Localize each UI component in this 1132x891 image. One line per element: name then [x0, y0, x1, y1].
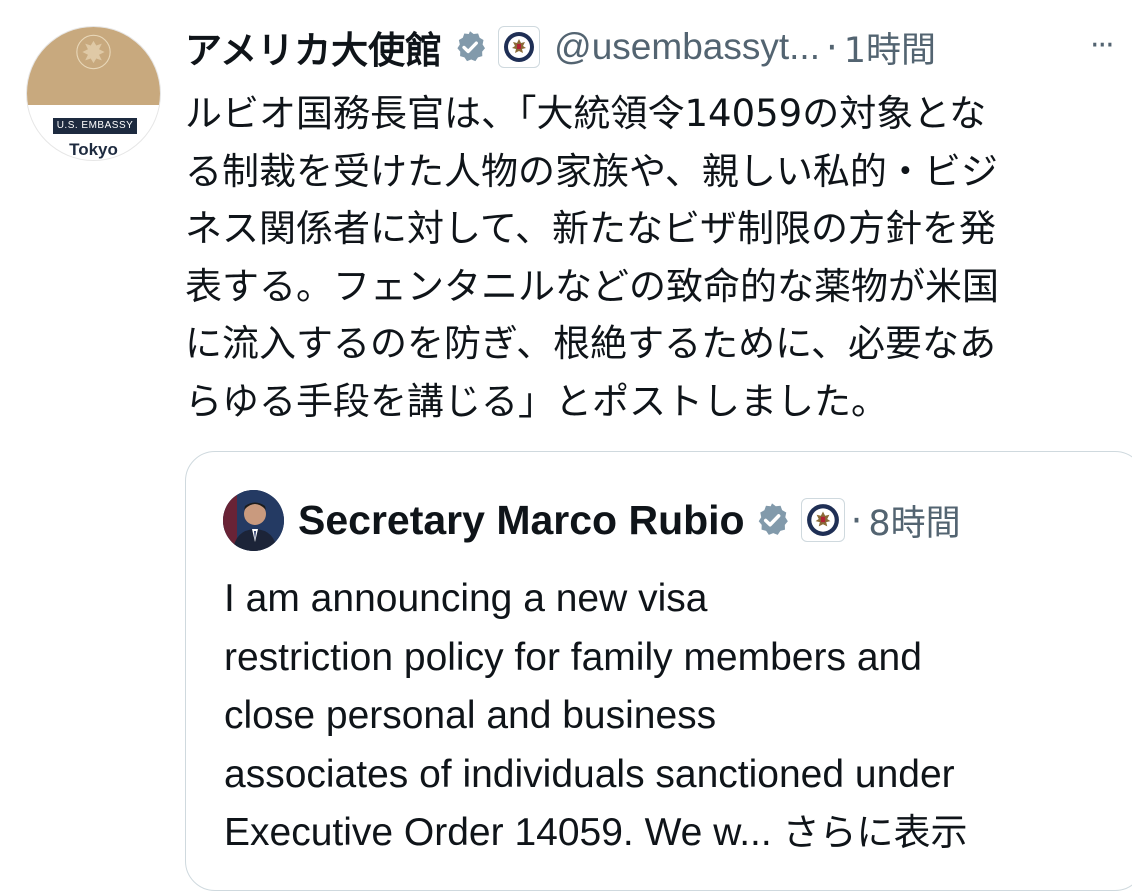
quoted-text-line: restriction policy for family members an… — [224, 635, 922, 679]
verified-badge-icon[interactable] — [753, 501, 791, 539]
more-options-icon[interactable]: ··· — [1090, 28, 1132, 63]
separator-dot: · — [850, 498, 863, 542]
quoted-author-name[interactable]: Secretary Marco Rubio — [298, 497, 745, 544]
state-department-seal-icon — [504, 32, 535, 62]
post-time[interactable]: 1時間 — [844, 22, 936, 73]
quoted-text-line-last: Executive Order 14059. We w... さらに表示 — [224, 804, 1124, 863]
quoted-post-header: Secretary Marco Rubio · 8時間 — [223, 488, 961, 552]
state-department-seal-icon — [806, 504, 839, 536]
avatar-gold-panel — [27, 27, 160, 105]
post-text-line: ルビオ国務長官は、「大統領令14059の対象とな — [185, 92, 987, 135]
verified-badge-icon[interactable] — [452, 29, 488, 65]
quoted-affiliation-badge[interactable] — [800, 498, 845, 542]
affiliation-badge[interactable] — [498, 26, 541, 68]
quoted-post-text: I am announcing a new visa restriction p… — [224, 570, 1124, 863]
author-avatar[interactable]: U.S. EMBASSY Tokyo — [27, 27, 160, 160]
show-more-link[interactable]: さらに表示 — [783, 811, 968, 854]
quoted-author-avatar[interactable] — [223, 489, 284, 551]
post-text-line: ネス関係者に対して、新たなビザ制限の方針を発 — [185, 207, 997, 250]
post-text-line: 表する。フェンタニルなどの致命的な薬物が米国 — [185, 264, 999, 308]
quoted-text-line: I am announcing a new visa — [224, 577, 708, 620]
portrait-icon — [223, 489, 284, 551]
author-handle[interactable]: @usembassyt... — [554, 26, 820, 68]
quoted-post-card[interactable]: Secretary Marco Rubio · 8時間 I am announc… — [185, 451, 1132, 891]
eagle-seal-icon — [76, 34, 111, 70]
author-name[interactable]: アメリカ大使館 — [185, 20, 442, 74]
avatar-city: Tokyo — [69, 140, 118, 159]
post-text-line: に流入するのを防ぎ、根絶するために、必要なあ — [185, 322, 997, 365]
post-text-line: る制裁を受けた人物の家族や、親しい私的・ビジ — [185, 149, 998, 193]
post-text-line: らゆる手段を講じる」とポストしました。 — [185, 379, 888, 423]
avatar-band: U.S. EMBASSY — [53, 118, 137, 134]
post-header: アメリカ大使館 @usembassyt... · 1時間 — [185, 20, 1125, 74]
post-text: ルビオ国務長官は、「大統領令14059の対象とな る制裁を受けた人物の家族や、親… — [185, 85, 1125, 430]
quoted-text-line: Executive Order 14059. We w... — [224, 811, 772, 854]
separator-dot: · — [825, 25, 838, 69]
quoted-text-line: associates of individuals sanctioned und… — [224, 752, 955, 796]
quoted-text-line: close personal and business — [224, 694, 717, 737]
quoted-post-time[interactable]: 8時間 — [868, 495, 960, 546]
